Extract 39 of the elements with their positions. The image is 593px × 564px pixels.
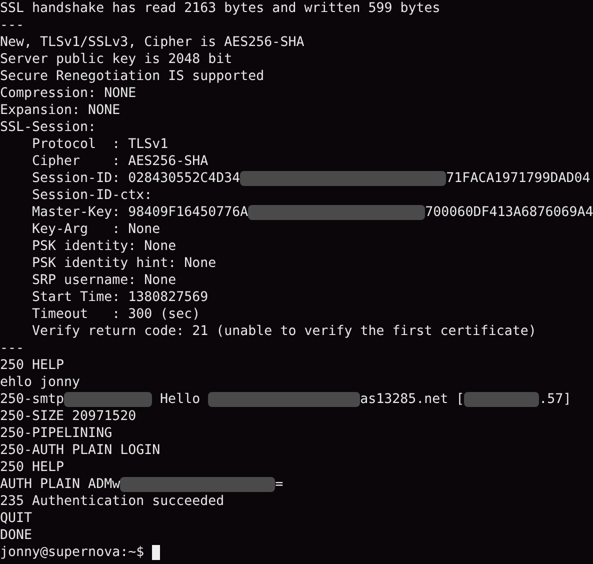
terminal-line: Timeout : 300 (sec)	[31, 306, 200, 323]
terminal-line: Verify return code: 21 (unable to verify the first certificate)	[31, 323, 536, 340]
terminal-line: Server public key is 2048 bit	[0, 51, 232, 68]
terminal-text: as13285.net [	[360, 391, 464, 408]
terminal-text: 700060DF413A6876069A4	[425, 204, 593, 221]
terminal-text: .57]	[539, 391, 572, 408]
terminal-line: SSL handshake has read 2163 bytes and written 599 bytes	[0, 0, 440, 17]
shell-prompt: jonny@supernova:~$	[0, 544, 144, 561]
terminal-line: Session-ID-ctx:	[31, 187, 152, 204]
terminal-line: Key-Arg : None	[31, 221, 160, 238]
terminal-text: 250-smtp	[0, 391, 64, 408]
terminal-line: PSK identity: None	[31, 238, 176, 255]
terminal-line: 250 HELP	[0, 357, 64, 374]
terminal-line: ---	[0, 340, 24, 357]
terminal-line: PSK identity hint: None	[31, 255, 216, 272]
terminal-text: =	[275, 476, 284, 493]
terminal-line: Secure Renegotiation IS supported	[0, 68, 264, 85]
terminal-line: Start Time: 1380827569	[31, 289, 208, 306]
terminal-line: 235 Authentication succeeded	[0, 493, 224, 510]
terminal-line: 250-SIZE 20971520	[0, 408, 136, 425]
terminal-line: Cipher : AES256-SHA	[31, 153, 208, 170]
terminal-line: DONE	[0, 527, 32, 544]
terminal-line: ---	[0, 17, 24, 34]
terminal-line: SSL-Session:	[0, 119, 96, 136]
terminal-line: 250 HELP	[0, 459, 64, 476]
terminal-line: QUIT	[0, 510, 32, 527]
terminal-text: 71FACA1971799DAD04	[446, 170, 590, 187]
terminal-line: 250-PIPELINING	[0, 425, 112, 442]
terminal-line: Protocol : TLSv1	[31, 136, 168, 153]
terminal-text: AUTH PLAIN ADMw	[0, 476, 120, 493]
terminal-line: SRP username: None	[31, 272, 176, 289]
terminal-line: Compression: NONE	[0, 85, 136, 102]
terminal-line: ehlo jonny	[0, 374, 80, 391]
terminal-line: 250-AUTH PLAIN LOGIN	[0, 442, 160, 459]
terminal-text: Master-Key: 98409F16450776A	[31, 204, 248, 221]
terminal-line: Expansion: NONE	[0, 102, 120, 119]
terminal-text: Session-ID: 028430552C4D34	[31, 170, 240, 187]
terminal-line: New, TLSv1/SSLv3, Cipher is AES256-SHA	[0, 34, 304, 51]
terminal-text: Hello	[159, 391, 202, 408]
